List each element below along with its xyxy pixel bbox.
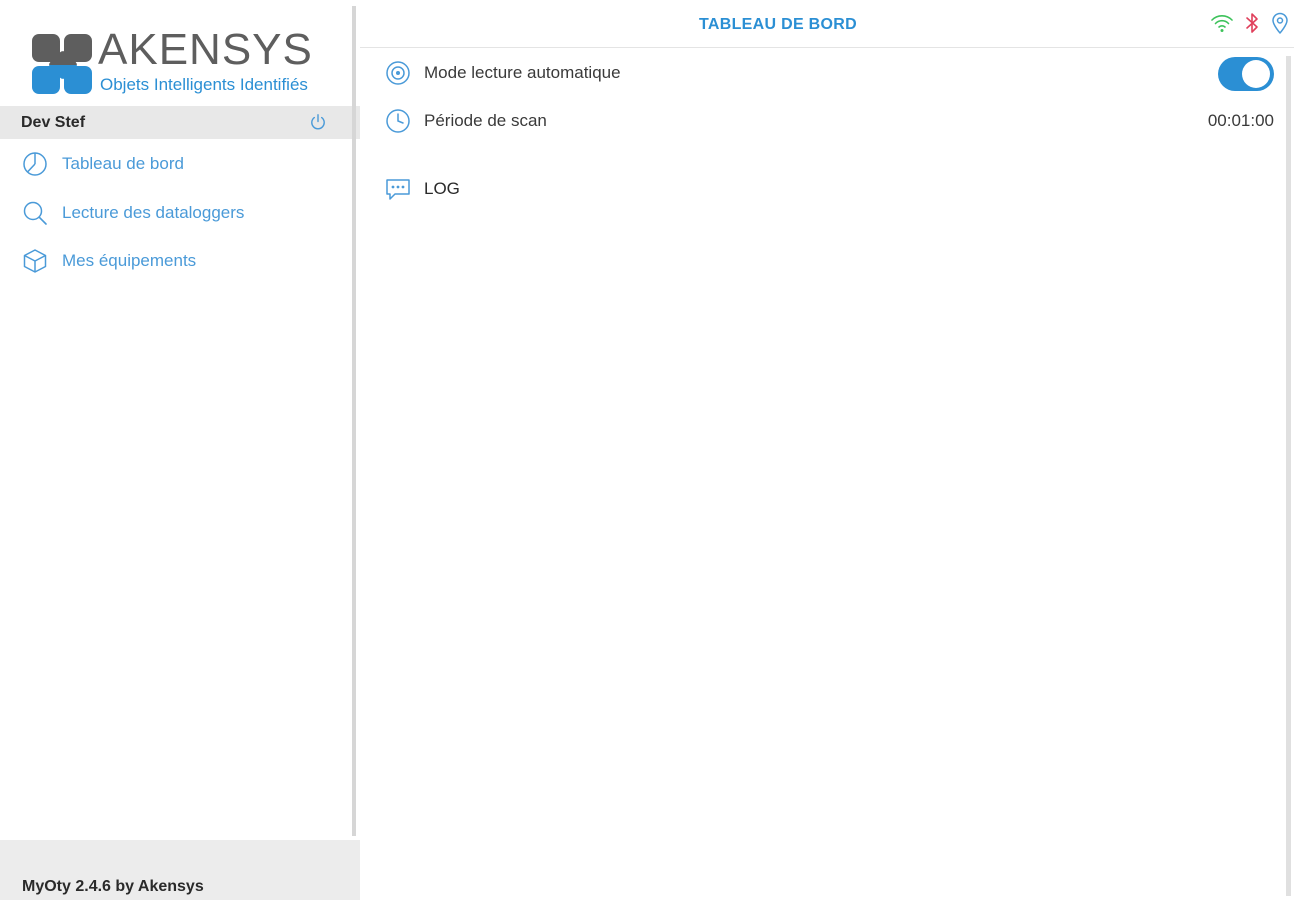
scan-period-value[interactable]: 00:01:00 bbox=[1208, 111, 1274, 131]
clock-icon bbox=[384, 107, 412, 135]
sidebar-item-label: Lecture des dataloggers bbox=[62, 202, 245, 222]
logo-mark-icon bbox=[32, 34, 94, 96]
sidebar-item-label: Mes équipements bbox=[62, 251, 197, 271]
target-icon bbox=[384, 59, 412, 87]
auto-read-label: Mode lecture automatique bbox=[424, 63, 621, 82]
wifi-icon bbox=[1210, 12, 1234, 34]
main-content: TABLEAU DE BORD Mode lecture automatique… bbox=[360, 0, 1294, 900]
bluetooth-icon bbox=[1244, 12, 1260, 34]
chat-bubble-icon bbox=[384, 175, 412, 203]
log-row[interactable]: LOG bbox=[384, 169, 1274, 209]
auto-read-toggle[interactable] bbox=[1218, 57, 1274, 91]
status-icons bbox=[1210, 12, 1290, 34]
app-version: MyOty 2.4.6 by Akensys bbox=[22, 878, 204, 895]
user-name: Dev Stef bbox=[21, 114, 86, 131]
sidebar-item-lecture-dataloggers[interactable]: Lecture des dataloggers bbox=[0, 189, 352, 238]
scan-period-row[interactable]: Période de scan 00:01:00 bbox=[384, 101, 1274, 141]
brand-name: AKENSYS bbox=[98, 25, 313, 74]
log-label: LOG bbox=[424, 179, 460, 198]
sidebar-nav: Tableau de bord Lecture des dataloggers … bbox=[0, 140, 352, 286]
scan-period-label: Période de scan bbox=[424, 111, 547, 130]
top-bar: TABLEAU DE BORD bbox=[360, 0, 1294, 48]
brand-logo: AKENSYS Objets Intelligents Identifiés bbox=[30, 28, 340, 98]
box-icon bbox=[22, 248, 48, 274]
sidebar-item-label: Tableau de bord bbox=[62, 154, 184, 174]
power-icon[interactable] bbox=[309, 113, 327, 131]
auto-read-row: Mode lecture automatique bbox=[384, 53, 1274, 93]
pie-chart-icon bbox=[22, 151, 48, 177]
sidebar-item-mes-equipements[interactable]: Mes équipements bbox=[0, 237, 352, 286]
page-title: TABLEAU DE BORD bbox=[699, 16, 857, 33]
sidebar-divider[interactable] bbox=[352, 6, 356, 836]
toggle-knob bbox=[1242, 60, 1270, 88]
scrollbar[interactable] bbox=[1286, 56, 1291, 896]
sidebar: AKENSYS Objets Intelligents Identifiés D… bbox=[0, 0, 360, 900]
sidebar-footer: MyOty 2.4.6 by Akensys bbox=[0, 840, 360, 900]
sidebar-item-tableau-de-bord[interactable]: Tableau de bord bbox=[0, 140, 352, 189]
location-icon bbox=[1270, 12, 1290, 34]
user-bar: Dev Stef bbox=[0, 106, 360, 139]
brand-tagline: Objets Intelligents Identifiés bbox=[100, 75, 308, 94]
search-icon bbox=[22, 200, 48, 226]
